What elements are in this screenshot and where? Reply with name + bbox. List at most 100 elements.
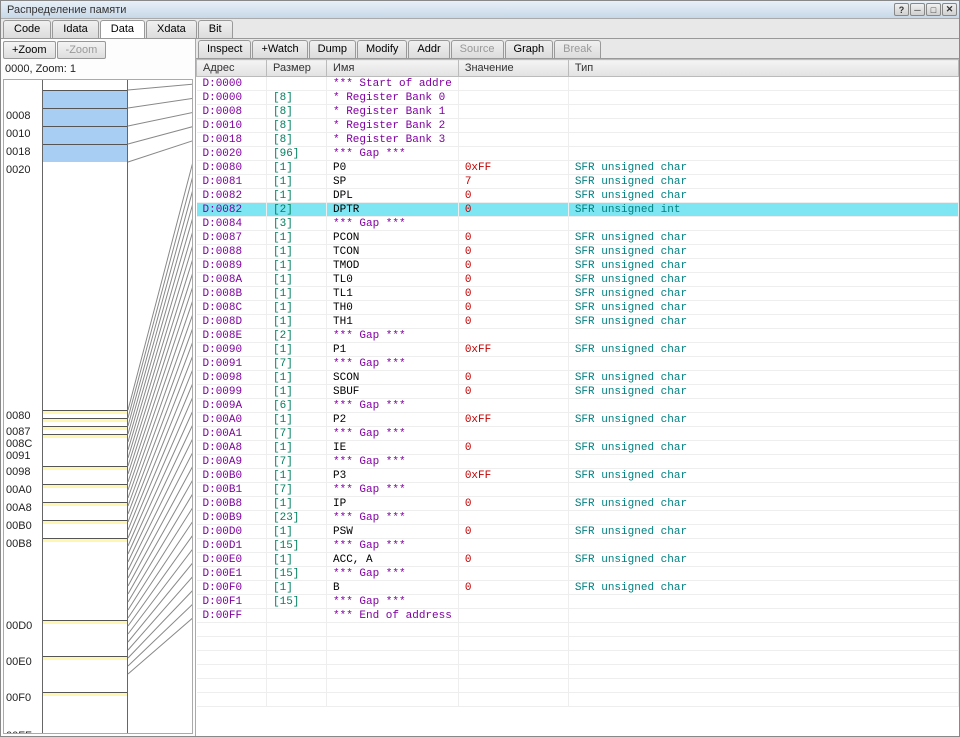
table-row[interactable]: D:00A0[1]P20xFFSFR unsigned char (197, 413, 959, 427)
tab-idata[interactable]: Idata (52, 20, 98, 38)
mem-addr-label: 0010 (6, 128, 30, 140)
detail-tab-addr[interactable]: Addr (408, 40, 449, 58)
mem-addr-label: 0020 (6, 164, 30, 176)
mem-addr-label: 0008 (6, 110, 30, 122)
detail-tab-graph[interactable]: Graph (505, 40, 554, 58)
memory-map-window: Распределение памяти ? ─ □ ✕ CodeIdataDa… (0, 0, 960, 737)
tab-data[interactable]: Data (100, 20, 145, 38)
mem-segment[interactable] (43, 418, 127, 422)
table-row[interactable]: D:0089[1]TMOD0SFR unsigned char (197, 259, 959, 273)
table-row[interactable] (197, 651, 959, 665)
table-row[interactable]: D:0091[7]*** Gap *** (197, 357, 959, 371)
table-row[interactable]: D:008B[1]TL10SFR unsigned char (197, 287, 959, 301)
detail-tab-break: Break (554, 40, 601, 58)
col-3[interactable]: Значение (458, 60, 568, 77)
minimize-button[interactable]: ─ (910, 3, 925, 16)
mem-segment[interactable] (43, 410, 127, 414)
detail-tab-modify[interactable]: Modify (357, 40, 407, 58)
mem-addr-label: 0098 (6, 466, 30, 478)
detail-tab-dump[interactable]: Dump (309, 40, 356, 58)
table-row[interactable]: D:0099[1]SBUF0SFR unsigned char (197, 385, 959, 399)
table-row[interactable]: D:00F0[1]B0SFR unsigned char (197, 581, 959, 595)
table-row[interactable]: D:008E[2]*** Gap *** (197, 329, 959, 343)
table-row[interactable]: D:00F1[15]*** Gap *** (197, 595, 959, 609)
mem-segment[interactable] (43, 538, 127, 542)
detail-tab-watch[interactable]: +Watch (252, 40, 307, 58)
table-row[interactable] (197, 665, 959, 679)
mem-addr-label: 00B8 (6, 538, 32, 550)
table-row[interactable] (197, 637, 959, 651)
mem-segment[interactable] (43, 108, 127, 126)
table-row[interactable]: D:0000[8]* Register Bank 0 (197, 91, 959, 105)
table-row[interactable]: D:0020[96]*** Gap *** (197, 147, 959, 161)
mem-addr-label: 00B0 (6, 520, 32, 532)
mem-segment[interactable] (43, 502, 127, 506)
mem-addr-label: 008C (6, 438, 32, 450)
memory-map-panel: +Zoom -Zoom 0000, Zoom: 1 00080010001800… (1, 39, 196, 736)
mem-addr-label: 00D0 (6, 620, 32, 632)
mem-segment[interactable] (43, 434, 127, 438)
table-row[interactable]: D:0010[8]* Register Bank 2 (197, 119, 959, 133)
table-row[interactable]: D:008D[1]TH10SFR unsigned char (197, 315, 959, 329)
mem-segment[interactable] (43, 520, 127, 524)
col-2[interactable]: Имя (327, 60, 459, 77)
mem-segment[interactable] (43, 656, 127, 660)
table-row[interactable]: D:008C[1]TH00SFR unsigned char (197, 301, 959, 315)
table-row[interactable]: D:0090[1]P10xFFSFR unsigned char (197, 343, 959, 357)
table-row[interactable]: D:00E1[15]*** Gap *** (197, 567, 959, 581)
table-row[interactable]: D:00B1[7]*** Gap *** (197, 483, 959, 497)
table-row[interactable]: D:0008[8]* Register Bank 1 (197, 105, 959, 119)
table-row[interactable]: D:00A9[7]*** Gap *** (197, 455, 959, 469)
table-row[interactable] (197, 623, 959, 637)
table-row[interactable]: D:0088[1]TCON0SFR unsigned char (197, 245, 959, 259)
table-row[interactable]: D:008A[1]TL00SFR unsigned char (197, 273, 959, 287)
table-row[interactable]: D:00E0[1]ACC, A0SFR unsigned char (197, 553, 959, 567)
table-row[interactable]: D:00D0[1]PSW0SFR unsigned char (197, 525, 959, 539)
mem-addr-label: 00A0 (6, 484, 32, 496)
mem-segment[interactable] (43, 144, 127, 162)
mem-segment[interactable] (43, 126, 127, 144)
table-row[interactable]: D:0018[8]* Register Bank 3 (197, 133, 959, 147)
table-row[interactable]: D:0082[1]DPL0SFR unsigned char (197, 189, 959, 203)
close-button[interactable]: ✕ (942, 3, 957, 16)
table-row[interactable]: D:00D1[15]*** Gap *** (197, 539, 959, 553)
maximize-button[interactable]: □ (926, 3, 941, 16)
table-row[interactable]: D:0087[1]PCON0SFR unsigned char (197, 231, 959, 245)
zoom-out-button[interactable]: -Zoom (57, 41, 107, 59)
memory-type-tabs: CodeIdataDataXdataBit (1, 19, 959, 39)
table-row[interactable]: D:0084[3]*** Gap *** (197, 217, 959, 231)
memory-grid[interactable]: АдресРазмерИмяЗначениеТип D:0000*** Star… (196, 59, 959, 736)
table-row[interactable]: D:0080[1]P00xFFSFR unsigned char (197, 161, 959, 175)
help-button[interactable]: ? (894, 3, 909, 16)
tab-xdata[interactable]: Xdata (146, 20, 197, 38)
zoom-in-button[interactable]: +Zoom (3, 41, 56, 59)
mem-segment[interactable] (43, 620, 127, 624)
table-row[interactable]: D:00B8[1]IP0SFR unsigned char (197, 497, 959, 511)
mem-segment[interactable] (43, 466, 127, 470)
memory-table: АдресРазмерИмяЗначениеТип D:0000*** Star… (196, 59, 959, 707)
mem-segment[interactable] (43, 426, 127, 430)
table-row[interactable]: D:0081[1]SP7SFR unsigned char (197, 175, 959, 189)
table-row[interactable] (197, 693, 959, 707)
tab-code[interactable]: Code (3, 20, 51, 38)
detail-tab-inspect[interactable]: Inspect (198, 40, 251, 58)
table-row[interactable] (197, 679, 959, 693)
mem-segment[interactable] (43, 484, 127, 488)
mem-segment[interactable] (43, 90, 127, 108)
col-4[interactable]: Тип (568, 60, 958, 77)
table-row[interactable]: D:0082[2]DPTR0SFR unsigned int (197, 203, 959, 217)
table-row[interactable]: D:00A1[7]*** Gap *** (197, 427, 959, 441)
mem-addr-label: 00A8 (6, 502, 32, 514)
table-row[interactable]: D:0000*** Start of addre (197, 77, 959, 91)
tab-bit[interactable]: Bit (198, 20, 233, 38)
mem-segment[interactable] (43, 692, 127, 696)
table-row[interactable]: D:00B9[23]*** Gap *** (197, 511, 959, 525)
table-row[interactable]: D:00FF*** End of address (197, 609, 959, 623)
col-1[interactable]: Размер (267, 60, 327, 77)
memory-map-canvas[interactable]: 000800100018002000800087008C0091009800A0… (3, 79, 193, 734)
table-row[interactable]: D:00B0[1]P30xFFSFR unsigned char (197, 469, 959, 483)
col-0[interactable]: Адрес (197, 60, 267, 77)
table-row[interactable]: D:00A8[1]IE0SFR unsigned char (197, 441, 959, 455)
table-row[interactable]: D:0098[1]SCON0SFR unsigned char (197, 371, 959, 385)
table-row[interactable]: D:009A[6]*** Gap *** (197, 399, 959, 413)
